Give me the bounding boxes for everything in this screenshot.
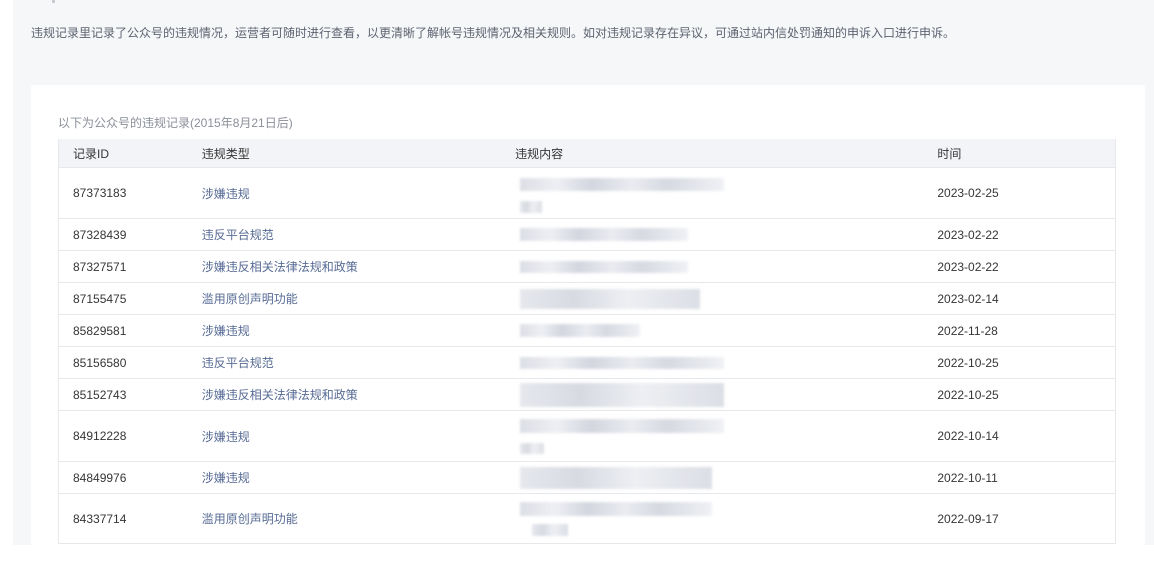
record-time: 2022-09-17 bbox=[937, 511, 999, 526]
record-id: 84337714 bbox=[73, 511, 127, 526]
violation-content-redacted bbox=[515, 347, 937, 378]
header-time: 时间 bbox=[937, 146, 962, 161]
header-violation-content: 违规内容 bbox=[515, 146, 564, 161]
table-row: 84337714 滥用原创声明功能 2022-09-17 bbox=[59, 493, 1115, 543]
table-row: 85152743 涉嫌违反相关法律法规和政策 2022-10-25 bbox=[59, 378, 1115, 410]
record-time: 2023-02-25 bbox=[937, 186, 999, 200]
violation-type: 违反平台规范 bbox=[201, 356, 274, 370]
violation-type: 滥用原创声明功能 bbox=[201, 512, 298, 526]
top-marker bbox=[52, 0, 55, 3]
violation-content-redacted bbox=[515, 168, 937, 218]
violation-type: 涉嫌违反相关法律法规和政策 bbox=[201, 388, 358, 402]
record-id: 85156580 bbox=[73, 355, 127, 370]
record-time: 2022-10-25 bbox=[937, 387, 999, 402]
record-id: 87155475 bbox=[73, 291, 127, 306]
record-id: 84849976 bbox=[73, 470, 127, 485]
records-caption: 以下为公众号的违规记录(2015年8月21日后) bbox=[58, 116, 293, 130]
record-time: 2023-02-22 bbox=[937, 259, 999, 274]
violation-type: 滥用原创声明功能 bbox=[201, 292, 298, 306]
table-row: 87328439 违反平台规范 2023-02-22 bbox=[59, 218, 1115, 250]
violation-notice-text: 违规记录里记录了公众号的违规情况，运营者可随时进行查看，以更清晰了解帐号违规情况… bbox=[31, 26, 956, 40]
violation-content-redacted bbox=[515, 315, 937, 346]
record-id: 84912228 bbox=[73, 429, 127, 443]
record-id: 85829581 bbox=[73, 323, 127, 338]
violation-content-redacted bbox=[515, 219, 937, 250]
record-id: 87373183 bbox=[73, 186, 127, 200]
table-row: 87155475 滥用原创声明功能 2023-02-14 bbox=[59, 282, 1115, 314]
record-time: 2022-10-14 bbox=[937, 429, 999, 443]
violation-content-redacted bbox=[515, 411, 937, 461]
record-time: 2023-02-22 bbox=[937, 227, 999, 242]
table-row: 87327571 涉嫌违反相关法律法规和政策 2023-02-22 bbox=[59, 250, 1115, 282]
violation-content-redacted bbox=[515, 379, 937, 410]
record-id: 87327571 bbox=[73, 259, 127, 274]
violation-content-redacted bbox=[515, 494, 937, 543]
table-row: 85829581 涉嫌违规 2022-11-28 bbox=[59, 314, 1115, 346]
table-row: 84849976 涉嫌违规 2022-10-11 bbox=[59, 461, 1115, 493]
record-id: 87328439 bbox=[73, 227, 127, 242]
record-time: 2022-10-11 bbox=[937, 470, 998, 485]
header-violation-type: 违规类型 bbox=[201, 146, 250, 161]
violation-type: 违反平台规范 bbox=[201, 228, 274, 242]
record-id: 85152743 bbox=[73, 387, 127, 402]
table-header: 记录ID 违规类型 违规内容 时间 bbox=[59, 139, 1115, 167]
violation-type: 涉嫌违规 bbox=[201, 429, 250, 444]
violation-type: 涉嫌违规 bbox=[201, 324, 250, 338]
violation-content-redacted bbox=[515, 251, 937, 282]
violation-type: 涉嫌违规 bbox=[201, 186, 250, 201]
table-row: 85156580 违反平台规范 2022-10-25 bbox=[59, 346, 1115, 378]
violation-content-redacted bbox=[515, 462, 937, 493]
violation-records-table: 记录ID 违规类型 违规内容 时间 87373183 涉嫌违规 2023-02-… bbox=[58, 139, 1116, 544]
table-row: 84912228 涉嫌违规 2022-10-14 bbox=[59, 410, 1115, 461]
violation-type: 涉嫌违反相关法律法规和政策 bbox=[201, 260, 358, 274]
record-time: 2022-11-28 bbox=[937, 323, 998, 338]
header-record-id: 记录ID bbox=[73, 146, 110, 161]
violation-type: 涉嫌违规 bbox=[201, 471, 250, 485]
record-time: 2022-10-25 bbox=[937, 355, 999, 370]
violation-content-redacted bbox=[515, 283, 937, 314]
record-time: 2023-02-14 bbox=[937, 291, 999, 306]
table-row: 87373183 涉嫌违规 2023-02-25 bbox=[59, 167, 1115, 218]
